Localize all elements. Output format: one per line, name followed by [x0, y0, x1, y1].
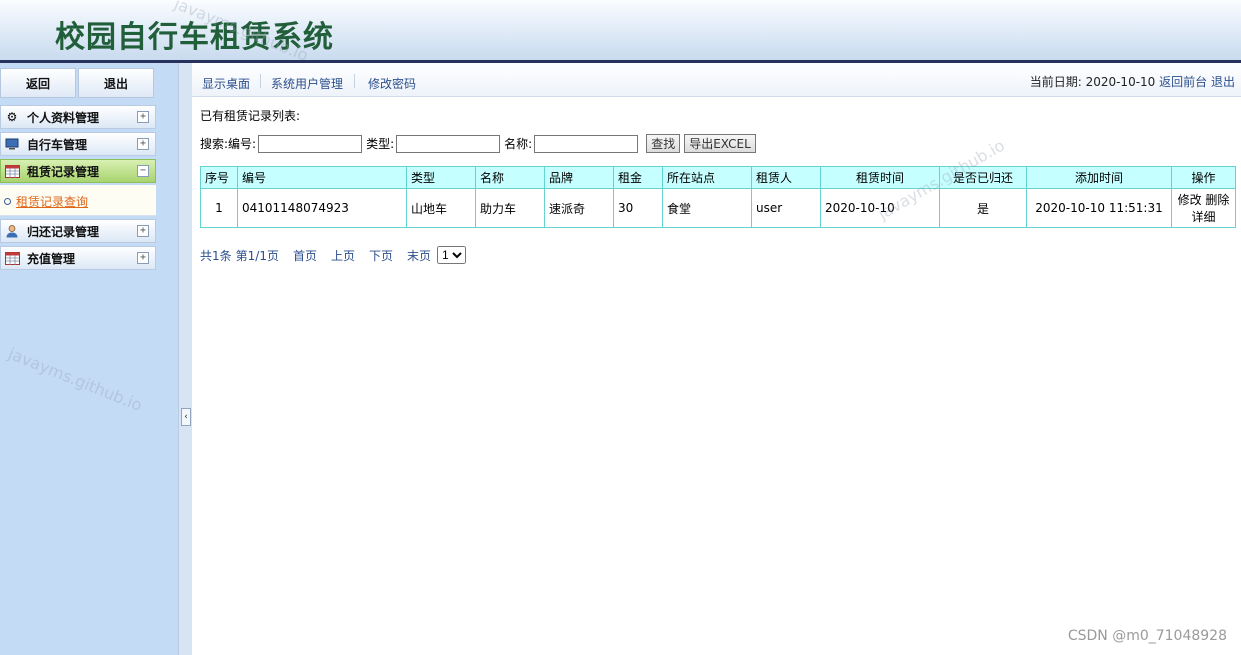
search-bar: 搜索: 编号: 类型: 名称: 查找 导出EXCEL [200, 134, 756, 153]
expand-icon[interactable]: + [137, 138, 149, 150]
search-button[interactable]: 查找 [646, 134, 681, 153]
edit-link[interactable]: 修改 [1178, 193, 1202, 207]
cell-actions: 修改 删除 详细 [1171, 188, 1236, 228]
name-input[interactable] [534, 134, 639, 153]
list-title: 已有租赁记录列表: [200, 109, 301, 123]
rental-table: 序号 编号 类型 名称 品牌 租金 所在站点 租赁人 租赁时间 是否已归还 添加… [200, 166, 1236, 228]
detail-link[interactable]: 详细 [1191, 210, 1215, 224]
column-header: 是否已归还 [939, 166, 1027, 189]
pager-last[interactable]: 末页 [407, 247, 431, 264]
back-button[interactable]: 返回 [0, 68, 76, 98]
date-label: 当前日期: [1029, 75, 1082, 89]
menu-item-bikes[interactable]: 自行车管理 + [0, 132, 156, 156]
nav-divider [354, 74, 355, 88]
calendar-icon [4, 164, 20, 178]
code-input[interactable] [258, 134, 363, 153]
code-label: 编号: [228, 137, 257, 151]
sidebar-splitter[interactable]: ‹ [178, 63, 192, 655]
app-header: 校园自行车租赁系统 [0, 0, 1241, 60]
type-label: 类型: [366, 137, 395, 151]
menu-item-label: 个人资料管理 [27, 110, 100, 125]
cell-name: 助力车 [475, 188, 545, 228]
search-label: 搜索: [200, 137, 229, 151]
expand-icon[interactable]: + [137, 111, 149, 123]
gear-icon: ⚙ [6, 110, 18, 124]
column-header: 添加时间 [1026, 166, 1172, 189]
name-label: 名称: [504, 137, 533, 151]
menu-item-recharge[interactable]: 充值管理 + [0, 246, 156, 270]
calendar-icon [4, 251, 20, 265]
cell-station: 食堂 [662, 188, 752, 228]
bullet-icon [4, 198, 11, 205]
pager-next[interactable]: 下页 [369, 247, 393, 264]
cell-code: 04101148074923 [237, 188, 407, 228]
menu-item-label: 充值管理 [27, 251, 76, 266]
cell-returned: 是 [939, 188, 1027, 228]
column-header: 租赁时间 [820, 166, 940, 189]
menu-item-label: 自行车管理 [27, 137, 88, 152]
nav-change-password[interactable]: 修改密码 [368, 75, 416, 92]
submenu-item-rental-query[interactable]: 租赁记录查询 [4, 193, 88, 210]
cell-brand: 速派奇 [544, 188, 614, 228]
top-logout-link[interactable]: 退出 [1211, 75, 1235, 89]
monitor-icon [4, 137, 20, 151]
column-header: 序号 [200, 166, 238, 189]
app-title: 校园自行车租赁系统 [55, 20, 334, 55]
column-header: 品牌 [544, 166, 614, 189]
column-header: 租赁人 [751, 166, 821, 189]
pager-total: 共1条 [200, 248, 232, 263]
column-header: 类型 [406, 166, 476, 189]
back-to-front-link[interactable]: 返回前台 [1159, 75, 1207, 89]
expand-icon[interactable]: + [137, 252, 149, 264]
submenu-rentals: 租赁记录查询 [0, 185, 156, 216]
expand-icon[interactable]: + [137, 225, 149, 237]
page-select[interactable]: 1 [437, 246, 467, 264]
nav-system-users[interactable]: 系统用户管理 [271, 75, 343, 92]
column-header: 编号 [237, 166, 407, 189]
pagination: 共1条 第1/1页 首页 上页 下页 末页 1 [200, 246, 467, 264]
cell-type: 山地车 [406, 188, 476, 228]
date-value: 2020-10-10 [1085, 75, 1156, 89]
cell-index: 1 [200, 188, 238, 228]
pager-prev[interactable]: 上页 [331, 247, 355, 264]
top-nav: 显示桌面 系统用户管理 修改密码 当前日期: 2020-10-10 返回前台 退… [192, 63, 1241, 97]
sidebar-top-buttons: 返回 退出 [0, 68, 156, 98]
menu-item-profile[interactable]: ⚙ 个人资料管理 + [0, 105, 156, 129]
column-header: 租金 [613, 166, 663, 189]
cell-added-time: 2020-10-10 11:51:31 [1026, 188, 1172, 228]
pager-first[interactable]: 首页 [293, 247, 317, 264]
logout-button[interactable]: 退出 [78, 68, 154, 98]
menu-item-rentals[interactable]: 租赁记录管理 − [0, 159, 156, 183]
date-area: 当前日期: 2020-10-10 返回前台 退出 [1030, 73, 1235, 90]
sidebar: 返回 退出 ⚙ 个人资料管理 + 自行车管理 + 租赁记录管理 − 租赁记录查询… [0, 63, 178, 655]
menu-item-returns[interactable]: 归还记录管理 + [0, 219, 156, 243]
export-excel-button[interactable]: 导出EXCEL [684, 134, 756, 153]
nav-show-desktop[interactable]: 显示桌面 [202, 75, 250, 92]
nav-divider [260, 74, 261, 88]
table-row: 1 04101148074923 山地车 助力车 速派奇 30 食堂 user … [200, 188, 1236, 228]
cell-rent-time: 2020-10-10 [820, 188, 940, 228]
footer-credit: CSDN @m0_71048928 [1067, 628, 1227, 644]
delete-link[interactable]: 删除 [1205, 193, 1229, 207]
menu-item-label: 租赁记录管理 [27, 164, 100, 179]
table-header-row: 序号 编号 类型 名称 品牌 租金 所在站点 租赁人 租赁时间 是否已归还 添加… [200, 166, 1236, 189]
column-header: 名称 [475, 166, 545, 189]
column-header: 操作 [1171, 166, 1236, 189]
collapse-icon[interactable]: − [137, 165, 149, 177]
cell-rent: 30 [613, 188, 663, 228]
menu-item-label: 归还记录管理 [27, 224, 100, 239]
cell-renter: user [751, 188, 821, 228]
user-icon [4, 224, 20, 238]
pager-page: 第1/1页 [235, 248, 279, 263]
rental-query-link[interactable]: 租赁记录查询 [16, 193, 88, 210]
column-header: 所在站点 [662, 166, 752, 189]
chevron-left-icon[interactable]: ‹ [181, 408, 191, 426]
type-input[interactable] [396, 134, 501, 153]
